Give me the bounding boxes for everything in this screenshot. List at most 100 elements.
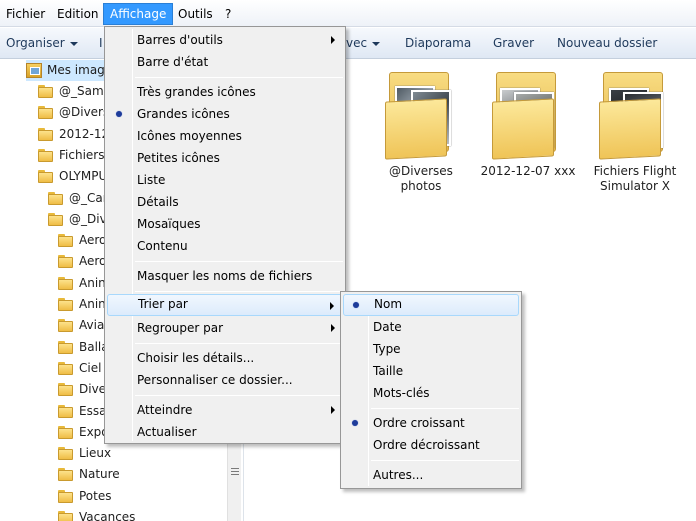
folder-icon <box>38 149 53 162</box>
folder-icon <box>58 341 73 354</box>
tree-label: @_Car <box>69 191 108 205</box>
submenu-arrow-icon <box>331 36 335 44</box>
menu-item-label: Petites icônes <box>137 151 220 165</box>
menu-item-small-icons[interactable]: Petites icônes <box>107 147 343 169</box>
submenu-arrow-icon <box>331 324 335 332</box>
tree-item[interactable]: Nature <box>58 464 227 485</box>
menu-fichier[interactable]: Fichier <box>0 3 51 25</box>
organize-button[interactable]: Organiser <box>6 28 78 59</box>
folder-front-icon <box>385 98 447 160</box>
menu-item-label: Grandes icônes <box>137 107 230 121</box>
menu-item-go-to[interactable]: Atteindre <box>107 399 343 421</box>
tree-label: Lieux <box>79 446 112 460</box>
menu-item-details[interactable]: Détails <box>107 191 343 213</box>
menu-item-hide-file-names[interactable]: Masquer les noms de fichiers <box>107 265 343 287</box>
tree-item[interactable]: Potes <box>58 486 227 507</box>
folder-icon <box>58 426 73 439</box>
tree-label: Vacances <box>79 510 136 521</box>
menu-separator <box>135 291 343 292</box>
folder-icon <box>38 170 53 183</box>
menu-item-label: Mosaïques <box>137 217 201 231</box>
tree-label: @_Sams <box>59 84 110 98</box>
menu-item-label: Ordre décroissant <box>373 438 480 452</box>
folder-item[interactable]: @Diverses photos <box>371 66 471 206</box>
menu-item-label: Icônes moyennes <box>137 129 242 143</box>
menu-bar: Fichier Edition Affichage Outils ? <box>0 0 696 27</box>
folder-label: @Diverses photos <box>389 164 453 193</box>
menu-edition[interactable]: Edition <box>51 3 105 25</box>
folder-front-icon <box>492 98 554 160</box>
radio-selected-icon <box>353 302 359 308</box>
menu-item-sort-size[interactable]: Taille <box>343 360 519 382</box>
partial-toolbar-button[interactable]: I <box>99 28 103 59</box>
menu-affichage[interactable]: Affichage <box>103 3 174 25</box>
folder-icon <box>48 213 63 226</box>
menu-item-label: Barres d'outils <box>137 33 223 47</box>
folder-icon <box>58 468 73 481</box>
menu-item-extra-large-icons[interactable]: Très grandes icônes <box>107 81 343 103</box>
menu-item-status-bar[interactable]: Barre d'état <box>107 51 343 73</box>
menu-separator <box>371 460 519 461</box>
menu-item-label: Choisir les détails... <box>137 351 255 365</box>
burn-button[interactable]: Graver <box>493 28 534 59</box>
folder-label: 2012-12-07 xxx <box>480 164 576 178</box>
tree-label: @Divers <box>59 105 110 119</box>
tree-root-my-pictures[interactable]: Mes image <box>26 60 116 81</box>
menu-item-label: Autres... <box>373 468 424 482</box>
menu-item-sort-keywords[interactable]: Mots-clés <box>343 382 519 404</box>
tree-label: @_Div <box>69 212 107 226</box>
folder-icon <box>58 447 73 460</box>
tree-item[interactable]: Lieux <box>58 443 227 464</box>
slideshow-button[interactable]: Diaporama <box>405 28 471 59</box>
menu-item-label: Détails <box>137 195 179 209</box>
menu-item-tiles[interactable]: Mosaïques <box>107 213 343 235</box>
radio-selected-icon <box>352 420 358 426</box>
scroll-grip <box>231 471 239 472</box>
menu-item-sort-name[interactable]: Nom <box>343 294 519 316</box>
menu-item-label: Date <box>373 320 402 334</box>
folder-icon <box>58 511 73 521</box>
share-button[interactable]: vec <box>346 28 381 59</box>
tree-label: Dive <box>79 382 107 396</box>
folder-icon <box>58 319 73 332</box>
menu-item-sort-date[interactable]: Date <box>343 316 519 338</box>
menu-help[interactable]: ? <box>219 3 237 25</box>
folder-icon <box>58 298 73 311</box>
folder-item[interactable]: 2012-12-07 xxx <box>478 66 578 206</box>
chevron-down-icon <box>372 41 381 46</box>
new-folder-button[interactable]: Nouveau dossier <box>557 28 657 59</box>
radio-selected-icon <box>116 111 122 117</box>
folder-icon <box>38 85 53 98</box>
scroll-grip <box>231 468 239 469</box>
menu-item-medium-icons[interactable]: Icônes moyennes <box>107 125 343 147</box>
menu-item-ascending[interactable]: Ordre croissant <box>343 412 519 434</box>
scroll-grip <box>231 474 239 475</box>
menu-separator <box>135 343 343 344</box>
menu-item-more[interactable]: Autres... <box>343 464 519 486</box>
folder-icon <box>58 490 73 503</box>
menu-item-label: Contenu <box>137 239 188 253</box>
menu-item-refresh[interactable]: Actualiser <box>107 421 343 443</box>
folder-item[interactable]: Fichiers Flight Simulator X <box>585 66 685 206</box>
menu-item-descending[interactable]: Ordre décroissant <box>343 434 519 456</box>
tree-label: Mes image <box>47 63 113 77</box>
menu-item-label: Barre d'état <box>137 55 209 69</box>
menu-item-toolbars[interactable]: Barres d'outils <box>107 29 343 51</box>
tree-item[interactable]: Vacances <box>58 507 227 521</box>
menu-item-sort-by[interactable]: Trier par <box>107 294 343 316</box>
menu-item-sort-type[interactable]: Type <box>343 338 519 360</box>
menu-item-content[interactable]: Contenu <box>107 235 343 257</box>
tree-label: Fichiers <box>59 148 105 162</box>
menu-item-list[interactable]: Liste <box>107 169 343 191</box>
menu-item-label: Type <box>373 342 401 356</box>
menu-item-group-by[interactable]: Regrouper par <box>107 317 343 339</box>
menu-item-large-icons[interactable]: Grandes icônes <box>107 103 343 125</box>
tree-label: Ciel <box>79 361 102 375</box>
menu-outils[interactable]: Outils <box>172 3 219 25</box>
folder-label: Fichiers Flight Simulator X <box>593 164 677 193</box>
menu-item-customize-folder[interactable]: Personnaliser ce dossier... <box>107 369 343 391</box>
menu-separator <box>135 261 343 262</box>
menu-item-choose-details[interactable]: Choisir les détails... <box>107 347 343 369</box>
share-label: vec <box>346 36 368 50</box>
organize-label: Organiser <box>6 36 65 50</box>
